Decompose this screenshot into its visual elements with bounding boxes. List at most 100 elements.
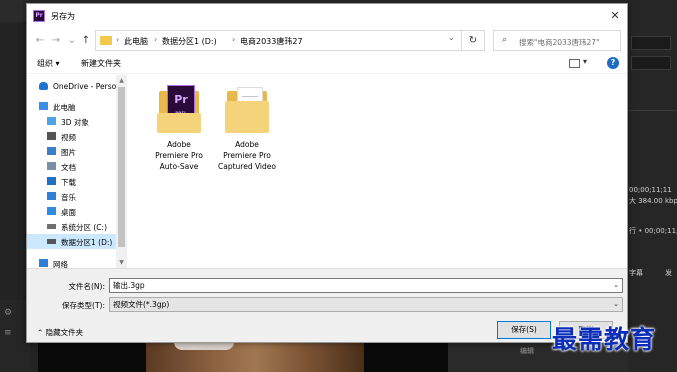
chevron-up-icon: ⌃ [37,328,46,337]
hide-folders-toggle[interactable]: ⌃ 隐藏文件夹 [37,327,83,338]
drive-icon [47,224,56,229]
filename-label: 文件名(N): [68,282,106,291]
video-icon [47,132,56,140]
panel-tab-captions[interactable]: 字幕 [629,268,643,278]
recent-locations-chevron-icon[interactable]: ⌄ [65,34,79,48]
picture-icon [47,147,56,155]
breadcrumb-separator: › [154,35,158,44]
scrollbar-thumb[interactable] [118,87,125,247]
save-button[interactable]: 保存(S) [497,321,551,339]
sidebar-item-desktop[interactable]: 桌面 [27,204,127,219]
download-icon [47,177,56,185]
save-form: 文件名(N): 输出.3gp ⌄ 保存类型(T): 视频文件(*.3gp) ⌄ … [27,268,627,342]
back-arrow-icon[interactable]: ← [33,34,47,48]
panel-divider [627,110,677,111]
command-toolbar: 组织 ▾ 新建文件夹 ▾ ? [27,54,627,74]
filetype-label: 保存类型(T): [62,301,105,310]
scroll-down-icon[interactable]: ▼ [117,258,126,267]
file-name-line: Premiere Pro [155,151,203,160]
filetype-select[interactable]: 视频文件(*.3gp) ⌄ [109,297,623,312]
navigation-row: ← → ⌄ ↑ › 此电脑 › 数据分区1 (D:) › 电商2033唐玮27 … [27,28,627,54]
sidebar-item-label: 此电脑 [53,103,76,112]
sidebar-item-drive-d[interactable]: 数据分区1 (D:) [27,234,127,249]
sidebar-item-onedrive[interactable]: OneDrive - Perso [27,79,127,94]
navigation-pane: OneDrive - Perso 此电脑 3D 对象 视频 图片 文档 下载 音… [27,75,127,269]
panel-tab-publish[interactable]: 发 [665,268,672,278]
sidebar-item-pictures[interactable]: 图片 [27,144,127,159]
breadcrumb-current-folder[interactable]: 电商2033唐玮27 [240,36,303,47]
dialog-title: 另存为 [51,12,75,21]
folder-icon [225,83,269,135]
bottom-panel-label: 编辑 [520,347,534,355]
breadcrumb-data-drive[interactable]: 数据分区1 (D:) [162,36,217,47]
network-icon [39,259,48,267]
sidebar-item-label: 下载 [61,178,76,187]
scroll-up-icon[interactable]: ▲ [117,76,126,85]
sidebar-item-label: 视频 [61,133,76,142]
sidebar-item-label: 数据分区1 (D:) [61,238,113,247]
view-dropdown-icon[interactable]: ▾ [583,57,587,66]
filename-value: 输出.3gp [113,281,145,290]
breadcrumb-separator: › [232,35,236,44]
view-options-icon[interactable] [569,59,580,68]
breadcrumb-this-pc[interactable]: 此电脑 [124,36,148,47]
navigation-scrollbar[interactable]: ▲ ▼ [116,75,127,268]
file-name-line: Auto-Save [159,162,199,171]
refresh-icon[interactable]: ↻ [461,30,485,51]
sidebar-item-label: 文档 [61,163,76,172]
chevron-down-icon[interactable]: ⌄ [613,279,619,292]
computer-icon [39,102,48,110]
search-icon: ⌕ [502,35,508,45]
panel-bitrate: 大 384.00 kbps [629,197,677,205]
address-bar[interactable]: › 此电脑 › 数据分区1 (D:) › 电商2033唐玮27 ⌄ [95,30,485,51]
sidebar-item-label: 桌面 [61,208,76,217]
panel-menu-icon[interactable]: ≡ [4,328,12,338]
organize-button[interactable]: 组织 ▾ [37,58,60,69]
panel-field[interactable] [631,56,671,70]
search-box[interactable]: ⌕ 搜索"电商2033唐玮27" [493,30,621,51]
sidebar-item-label: 3D 对象 [61,118,89,127]
premiere-app-icon: Pr [33,10,45,22]
search-placeholder: 搜索"电商2033唐玮27" [519,38,600,47]
file-item-premiere-autosave[interactable]: PrPREL Adobe Premiere Pro Auto-Save [141,83,217,172]
panel-timecode: 00;00;11;11 [629,186,672,194]
sidebar-item-label: 音乐 [61,193,76,202]
save-as-dialog: Pr 另存为 ✕ ← → ⌄ ↑ › 此电脑 › 数据分区1 (D:) › 电商… [26,3,628,343]
filename-field[interactable]: 输出.3gp ⌄ [109,278,623,293]
filetype-value: 视频文件(*.3gp) [113,300,170,309]
file-name-line: Adobe [167,140,191,149]
cube-icon [47,117,56,125]
close-icon[interactable]: ✕ [607,8,623,24]
cloud-icon [39,82,48,90]
address-dropdown-icon[interactable]: ⌄ [448,33,455,42]
program-monitor-video [38,342,448,372]
sidebar-item-3d-objects[interactable]: 3D 对象 [27,114,127,129]
panel-field[interactable] [631,36,671,50]
sidebar-item-label: 图片 [61,148,76,157]
premiere-right-panel: 00;00;11;11 大 384.00 kbps 行 • 00;00;11; … [627,0,677,372]
forward-arrow-icon[interactable]: → [49,34,63,48]
sidebar-item-this-pc[interactable]: 此电脑 [27,99,127,114]
up-arrow-icon[interactable]: ↑ [79,34,93,48]
sidebar-item-music[interactable]: 音乐 [27,189,127,204]
sidebar-item-downloads[interactable]: 下载 [27,174,127,189]
new-folder-button[interactable]: 新建文件夹 [81,58,121,69]
panel-settings-icon[interactable]: ⚙ [4,308,12,318]
panel-row-timecode: 行 • 00;00;11; [629,227,677,235]
drive-icon [47,239,56,244]
file-name-line: Adobe [235,140,259,149]
file-name-line: Captured Video [218,162,276,171]
file-list-pane: PrPREL Adobe Premiere Pro Auto-Save Adob… [127,75,627,268]
help-icon[interactable]: ? [607,57,619,69]
file-item-premiere-captured-video[interactable]: Adobe Premiere Pro Captured Video [209,83,285,172]
hide-folders-label: 隐藏文件夹 [45,328,84,337]
folder-icon [100,36,112,45]
watermark-logo: 最需教育 [552,325,657,354]
chevron-down-icon[interactable]: ⌄ [613,298,619,311]
document-icon [47,162,56,170]
dialog-titlebar[interactable]: Pr 另存为 ✕ [27,4,627,28]
sidebar-item-videos[interactable]: 视频 [27,129,127,144]
sidebar-item-documents[interactable]: 文档 [27,159,127,174]
desktop-icon [47,207,56,215]
sidebar-item-drive-c[interactable]: 系统分区 (C:) [27,219,127,234]
